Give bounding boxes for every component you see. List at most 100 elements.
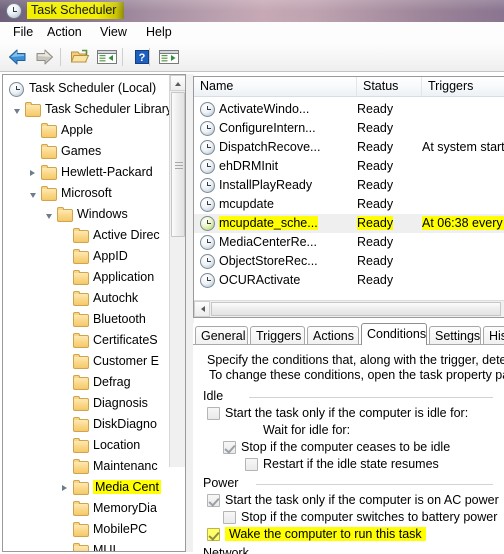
menu-file[interactable]: File [8, 24, 38, 41]
chevron-right-icon[interactable] [30, 170, 35, 176]
column-header[interactable]: Status [357, 77, 422, 96]
tree-item[interactable]: Maintenanc [3, 457, 158, 478]
tab-triggers[interactable]: Triggers [250, 326, 305, 345]
chevron-down-icon[interactable] [30, 193, 36, 198]
table-row[interactable]: mcupdate_sche...ReadyAt 06:38 every day2 [194, 214, 504, 233]
action-pane-icon [159, 50, 179, 64]
checkbox[interactable] [223, 441, 236, 454]
tree-item[interactable]: Games [3, 142, 101, 163]
tab-settings[interactable]: Settings [429, 326, 481, 345]
tree-item[interactable]: MemoryDia [3, 499, 157, 520]
tree-item[interactable]: Location [3, 436, 140, 457]
table-row[interactable]: DispatchRecove... Ready At system startup [194, 138, 504, 157]
back-button[interactable] [6, 46, 30, 68]
checkbox[interactable] [207, 407, 220, 420]
table-row[interactable]: MediaCenterRe... Ready [194, 233, 504, 252]
tree-vertical-scrollbar[interactable] [169, 75, 185, 467]
table-row[interactable]: InstallPlayReady Ready [194, 176, 504, 195]
column-header[interactable]: Name [194, 77, 357, 96]
tree-item[interactable]: MUI [3, 541, 116, 551]
table-row[interactable]: ActivateWindo... Ready [194, 100, 504, 119]
toolbar-separator [122, 48, 123, 66]
menu-action[interactable]: Action [42, 24, 87, 41]
checkbox[interactable] [223, 511, 236, 524]
scroll-left-button[interactable] [194, 301, 210, 317]
show-action-pane-button[interactable] [157, 46, 181, 68]
table-row[interactable]: ehDRMInit Ready [194, 157, 504, 176]
task-list-horizontal-scrollbar[interactable] [194, 300, 504, 317]
task-status-cell: Ready [357, 159, 394, 173]
tree-item[interactable]: Windows [3, 205, 128, 226]
toolbar-separator [60, 48, 61, 66]
tab-conditions[interactable]: Conditions [361, 323, 427, 345]
show-hide-console-tree-button[interactable] [95, 46, 119, 68]
condition-label: Start the task only if the computer is o… [225, 493, 499, 507]
right-arrow-icon [36, 49, 53, 65]
menu-view[interactable]: View [95, 24, 132, 41]
tree-item[interactable]: Apple [3, 121, 93, 142]
left-arrow-icon [9, 49, 26, 65]
task-name-cell: InstallPlayReady [219, 178, 313, 192]
tree-item[interactable]: DiskDiagno [3, 415, 157, 436]
tree-item[interactable]: Hewlett-Packard [3, 163, 153, 184]
tree-item[interactable]: Task Scheduler Library [3, 100, 169, 121]
tree-item[interactable]: Autochk [3, 289, 138, 310]
task-clock-icon [200, 273, 215, 288]
table-row[interactable]: ConfigureIntern... Ready [194, 119, 504, 138]
scroll-up-button[interactable] [170, 75, 185, 91]
checkbox[interactable] [207, 494, 220, 507]
detail-tabstrip[interactable]: General Triggers Actions Conditions Settings… [193, 323, 504, 345]
checkbox[interactable] [207, 528, 220, 541]
tab-hist[interactable]: Hist [483, 326, 504, 345]
tree-item[interactable]: AppID [3, 247, 128, 268]
tree-item[interactable]: Media Cent [3, 478, 161, 499]
svg-text:?: ? [139, 52, 146, 64]
forward-button[interactable] [32, 46, 56, 68]
tree-item[interactable]: Application [3, 268, 154, 289]
chevron-right-icon[interactable] [62, 485, 67, 491]
task-name-cell: OCURActivate [219, 273, 301, 287]
task-triggers-cell: At system startup [422, 140, 504, 154]
connect-to-computer-button[interactable] [68, 46, 92, 68]
folder-icon [73, 501, 89, 516]
task-name-cell: mcupdate [219, 197, 274, 211]
tree-item[interactable]: Diagnosis [3, 394, 148, 415]
menu-bar: File Action View Help [0, 22, 504, 44]
tree-item[interactable]: Bluetooth [3, 310, 146, 331]
folder-icon [73, 354, 89, 369]
chevron-down-icon[interactable] [14, 109, 20, 114]
scrollbar-thumb[interactable] [171, 92, 185, 237]
console-tree[interactable]: Task Scheduler (Local) Task Scheduler Lib… [3, 75, 169, 551]
task-status-cell: Ready [357, 102, 394, 116]
task-status-cell: Ready [357, 216, 394, 230]
table-row[interactable]: mcupdate Ready [194, 195, 504, 214]
menu-help[interactable]: Help [141, 24, 177, 41]
tree-item[interactable]: Active Direc [3, 226, 160, 247]
folder-icon [73, 396, 89, 411]
table-row[interactable]: ObjectStoreRec... Ready [194, 252, 504, 271]
tab-actions[interactable]: Actions [307, 326, 359, 345]
console-tree-icon [97, 50, 117, 64]
folder-icon [73, 375, 89, 390]
column-header[interactable]: Triggers [422, 77, 504, 96]
checkbox[interactable] [245, 458, 258, 471]
tree-item[interactable]: MobilePC [3, 520, 147, 541]
hscrollbar-thumb[interactable] [211, 302, 501, 316]
tree-item[interactable]: CertificateS [3, 331, 158, 352]
table-row[interactable]: OCURActivate Ready [194, 271, 504, 290]
task-status-cell: Ready [357, 197, 394, 211]
help-button[interactable]: ? [130, 46, 154, 68]
tree-item-label: Apple [61, 123, 93, 137]
conditions-tab-panel: Specify the conditions that, along with … [193, 345, 504, 554]
chevron-down-icon[interactable] [46, 214, 52, 219]
tree-item[interactable]: Customer E [3, 352, 159, 373]
tree-item[interactable]: Task Scheduler (Local) [3, 79, 156, 100]
folder-icon [41, 144, 57, 159]
tab-general[interactable]: General [195, 326, 248, 345]
task-clock-icon [200, 102, 215, 117]
tree-item-label: Application [93, 270, 155, 284]
group-divider [256, 484, 493, 485]
tree-item[interactable]: Defrag [3, 373, 131, 394]
folder-icon [41, 123, 57, 138]
tree-item[interactable]: Microsoft [3, 184, 112, 205]
